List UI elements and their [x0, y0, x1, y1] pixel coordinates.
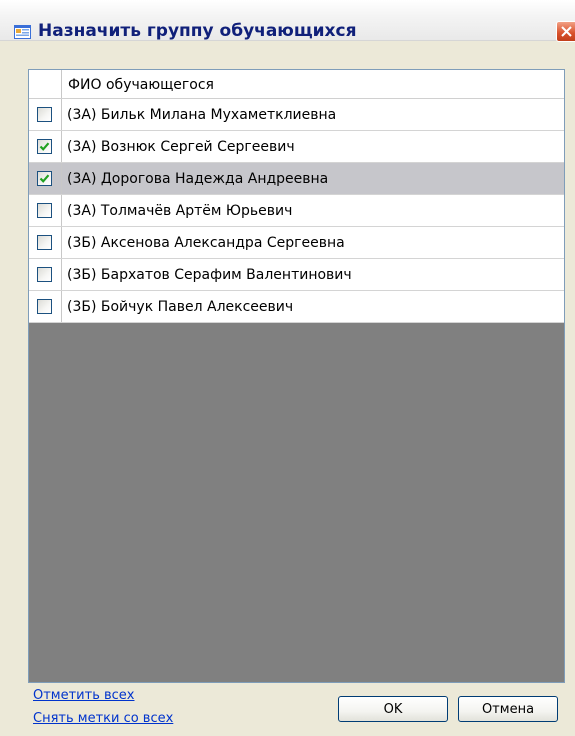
row-checkbox[interactable] [37, 299, 52, 314]
table-row[interactable]: (3А) Толмачёв Артём Юрьевич [29, 195, 564, 227]
student-name: (3А) Толмачёв Артём Юрьевич [67, 203, 293, 219]
row-check-cell [29, 163, 62, 194]
form-icon [14, 24, 31, 39]
students-grid[interactable]: ФИО обучающегося (3А) Бильк Милана Мухам… [28, 69, 565, 683]
student-name: (3А) Вознюк Сергей Сергеевич [67, 139, 295, 155]
ok-button[interactable]: OK [338, 696, 448, 722]
check-mark-icon [39, 142, 50, 151]
row-checkbox[interactable] [37, 203, 52, 218]
row-checkbox[interactable] [37, 267, 52, 282]
row-check-cell [29, 291, 62, 322]
check-mark-icon [39, 174, 50, 183]
row-check-cell [29, 227, 62, 258]
student-name: (3Б) Бойчук Павел Алексеевич [67, 299, 294, 315]
dialog-window: Назначить группу обучающихся ФИО обучающ… [0, 0, 575, 736]
row-check-cell [29, 195, 62, 226]
check-all-link[interactable]: Отметить всех [33, 688, 135, 703]
row-checkbox[interactable] [37, 139, 52, 154]
row-checkbox[interactable] [37, 107, 52, 122]
student-name: (3А) Дорогова Надежда Андреевна [67, 171, 329, 187]
close-button[interactable] [556, 21, 575, 42]
student-name: (3А) Бильк Милана Мухаметклиевна [67, 107, 337, 123]
table-row[interactable]: (3А) Вознюк Сергей Сергеевич [29, 131, 564, 163]
grid-rows: (3А) Бильк Милана Мухаметклиевна (3А) Воз… [29, 99, 564, 323]
row-checkbox[interactable] [37, 235, 52, 250]
student-name: (3Б) Бархатов Серафим Валентинович [67, 267, 352, 283]
table-row[interactable]: (3А) Бильк Милана Мухаметклиевна [29, 99, 564, 131]
close-icon [561, 26, 572, 37]
table-row[interactable]: (3Б) Бойчук Павел Алексеевич [29, 291, 564, 323]
row-checkbox[interactable] [37, 171, 52, 186]
header-check-column [29, 70, 62, 98]
grid-header: ФИО обучающегося [29, 70, 564, 99]
row-check-cell [29, 131, 62, 162]
column-header-fio[interactable]: ФИО обучающегося [68, 77, 214, 93]
cancel-button[interactable]: Отмена [458, 696, 558, 722]
table-row[interactable]: (3Б) Бархатов Серафим Валентинович [29, 259, 564, 291]
row-check-cell [29, 99, 62, 130]
window-title: Назначить группу обучающихся [38, 21, 357, 41]
row-check-cell [29, 259, 62, 290]
title-bar[interactable]: Назначить группу обучающихся [0, 0, 575, 42]
table-row[interactable]: (3А) Дорогова Надежда Андреевна [29, 163, 564, 195]
uncheck-all-link[interactable]: Снять метки со всех [33, 711, 173, 726]
table-row[interactable]: (3Б) Аксенова Александра Сергеевна [29, 227, 564, 259]
student-name: (3Б) Аксенова Александра Сергеевна [67, 235, 345, 251]
